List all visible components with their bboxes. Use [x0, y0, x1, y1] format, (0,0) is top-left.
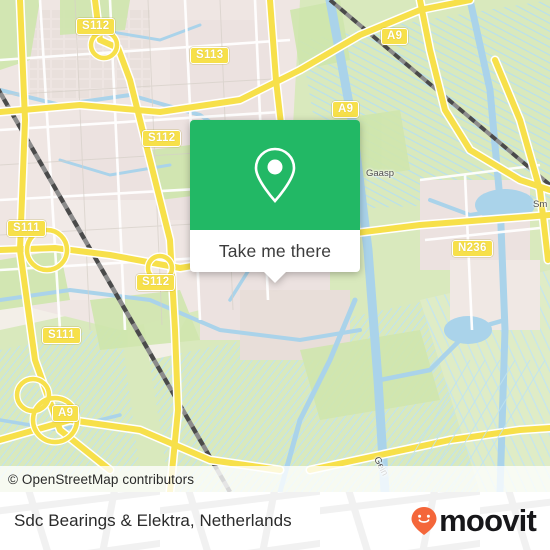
moovit-map-screen: S112 S113 A9 A9 S112 S111 N236 S112 S111…: [0, 0, 550, 550]
map-attribution[interactable]: © OpenStreetMap contributors: [0, 466, 550, 492]
water-label-gaasp: Gaasp: [366, 168, 394, 179]
attribution-text: © OpenStreetMap contributors: [8, 471, 195, 487]
road-shield: A9: [332, 101, 360, 118]
footer-bar: Sdc Bearings & Elektra, Netherlands moov…: [0, 492, 550, 550]
place-title: Sdc Bearings & Elektra, Netherlands: [14, 511, 292, 530]
water-label-sm: Sm: [533, 199, 548, 210]
road-shield: S112: [142, 130, 182, 147]
moovit-logo[interactable]: moovit: [410, 502, 537, 538]
road-shield: S111: [7, 220, 46, 237]
road-shield: S112: [76, 18, 116, 35]
popup-tail: [264, 272, 286, 283]
moovit-wordmark: moovit: [439, 502, 537, 538]
road-shield: A9: [381, 28, 409, 45]
popup-footer[interactable]: Take me there: [190, 230, 360, 283]
road-shield: A9: [52, 405, 80, 422]
popup-body: [190, 120, 360, 230]
road-shield: S113: [190, 47, 230, 64]
road-shield: N236: [452, 240, 493, 257]
map-canvas[interactable]: S112 S113 A9 A9 S112 S111 N236 S112 S111…: [0, 0, 550, 492]
take-me-there-popup[interactable]: Take me there: [190, 120, 360, 283]
moovit-pin-smiley-icon: [411, 507, 437, 535]
take-me-there-label: Take me there: [218, 240, 332, 261]
road-shield: S111: [42, 327, 81, 344]
road-shield: S112: [136, 274, 176, 291]
map-pin-icon: [254, 147, 296, 203]
